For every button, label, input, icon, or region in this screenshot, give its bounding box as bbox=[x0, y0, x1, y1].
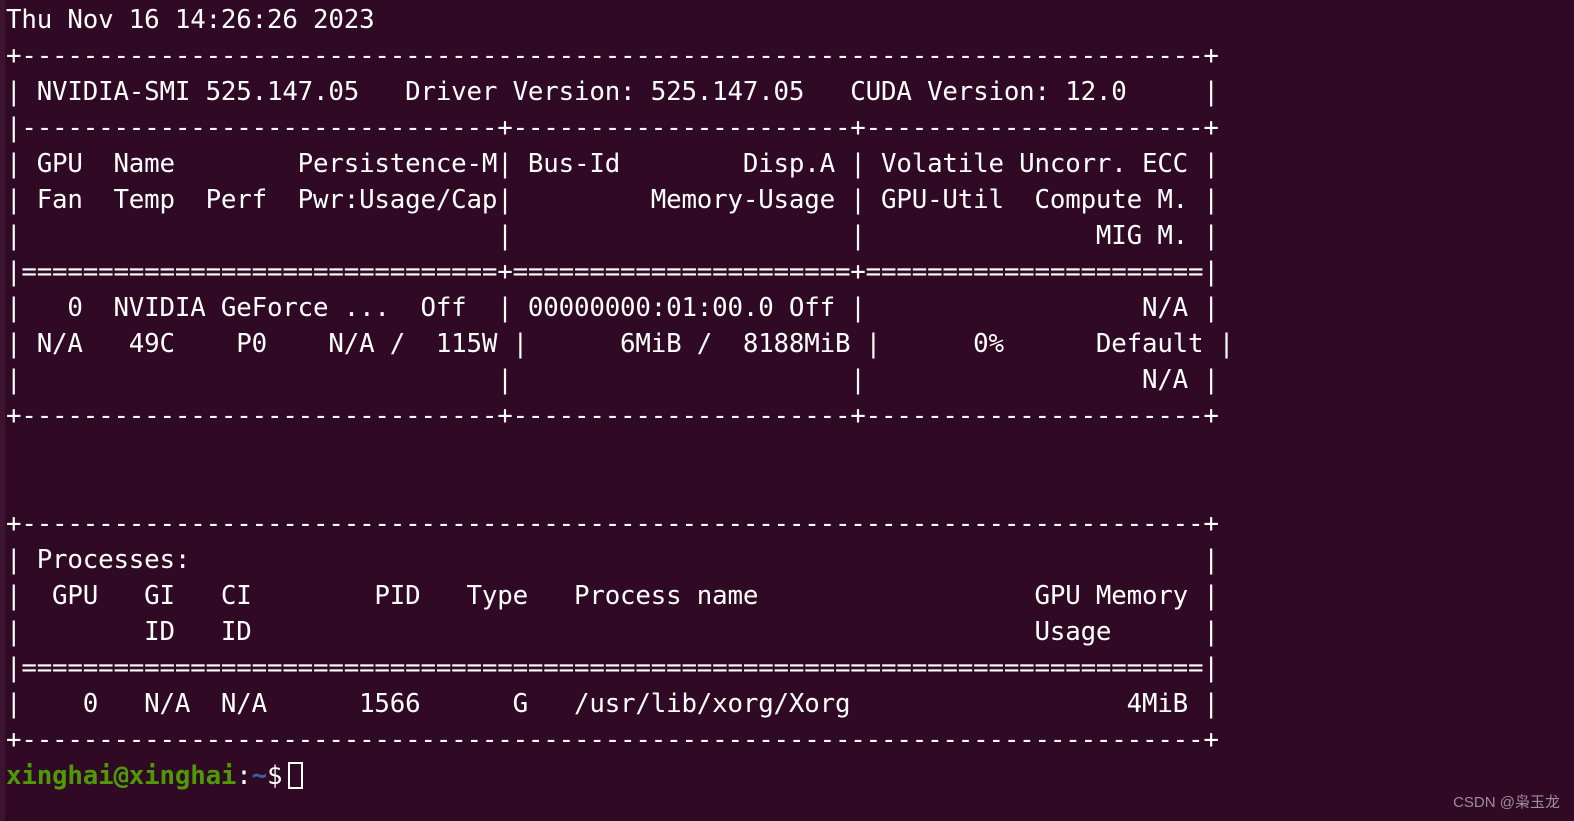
timestamp-line: Thu Nov 16 14:26:26 2023 bbox=[6, 5, 375, 35]
text-cursor[interactable] bbox=[288, 762, 304, 789]
smi-border-mid: |-------------------------------+-------… bbox=[6, 113, 1219, 143]
terminal-window[interactable]: Thu Nov 16 14:26:26 2023 +--------------… bbox=[0, 0, 1574, 821]
smi-border-bottom: +-------------------------------+-------… bbox=[6, 401, 1219, 431]
prompt-user-host: xinghai@xinghai bbox=[6, 761, 237, 791]
prompt-separator: : bbox=[236, 761, 252, 791]
terminal-left-edge bbox=[0, 0, 5, 821]
processes-border-bottom: +---------------------------------------… bbox=[6, 725, 1219, 755]
watermark-label: CSDN @枭玉龙 bbox=[1453, 794, 1560, 811]
process-row-line-1: | 0 N/A N/A 1566 G /usr/lib/xorg/Xorg 4M… bbox=[6, 689, 1219, 719]
processes-border-equals: |=======================================… bbox=[6, 653, 1219, 683]
processes-column-header-row-2: | ID ID Usage | bbox=[6, 617, 1219, 647]
smi-header-line: | NVIDIA-SMI 525.147.05 Driver Version: … bbox=[6, 77, 1219, 107]
smi-column-header-row-3: | | | MIG M. | bbox=[6, 221, 1219, 251]
spacer-line-2 bbox=[6, 470, 1574, 506]
processes-title-line: | Processes: | bbox=[6, 545, 1219, 575]
prompt-symbol: $ bbox=[267, 761, 283, 791]
smi-border-top: +---------------------------------------… bbox=[6, 41, 1219, 71]
processes-column-header-row-1: | GPU GI CI PID Type Process name GPU Me… bbox=[6, 581, 1219, 611]
smi-column-header-row-1: | GPU Name Persistence-M| Bus-Id Disp.A … bbox=[6, 149, 1219, 179]
smi-column-header-row-2: | Fan Temp Perf Pwr:Usage/Cap| Memory-Us… bbox=[6, 185, 1219, 215]
processes-border-top: +---------------------------------------… bbox=[6, 509, 1219, 539]
spacer-line-1 bbox=[6, 434, 1574, 470]
shell-prompt-line[interactable]: xinghai@xinghai:~$ bbox=[6, 758, 1574, 794]
gpu-row-line-2: | N/A 49C P0 N/A / 115W | 6MiB / 8188MiB… bbox=[6, 329, 1235, 359]
gpu-row-line-3: | | | N/A | bbox=[6, 365, 1219, 395]
prompt-path: ~ bbox=[251, 761, 268, 791]
smi-border-equals: |===============================+=======… bbox=[6, 257, 1219, 287]
gpu-row-line-1: | 0 NVIDIA GeForce ... Off | 00000000:01… bbox=[6, 293, 1219, 323]
